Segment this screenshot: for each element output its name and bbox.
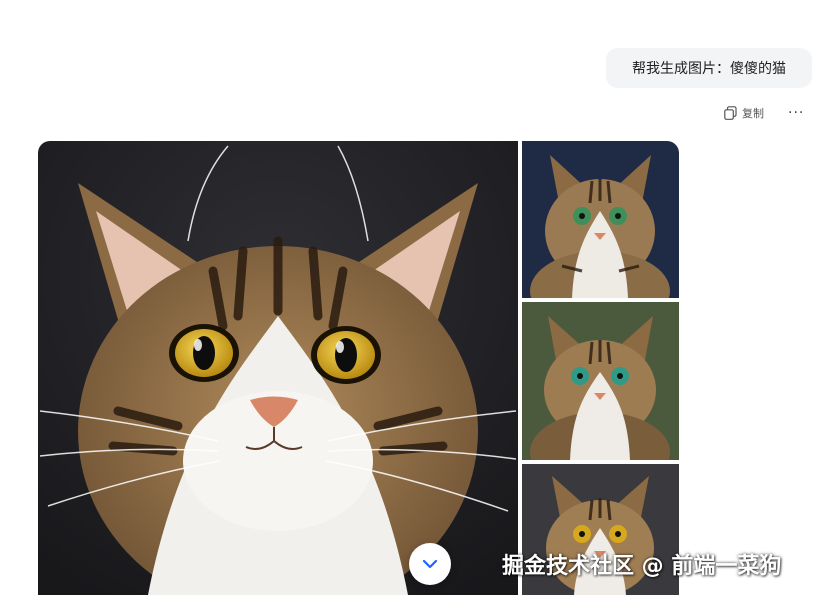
message-actions: 复制 ··· xyxy=(724,104,804,122)
watermark: 掘金技术社区 @ 前端一菜狗 xyxy=(502,554,782,579)
user-message-bubble: 帮我生成图片：傻傻的猫 xyxy=(606,48,812,88)
cat-image xyxy=(522,302,679,460)
cat-image xyxy=(522,141,679,298)
generated-image-gallery xyxy=(38,141,679,595)
chevron-down-icon xyxy=(422,559,438,569)
copy-icon xyxy=(724,106,737,120)
copy-button[interactable]: 复制 xyxy=(724,105,764,121)
generated-image-thumbnail[interactable] xyxy=(522,302,679,460)
scroll-down-button[interactable] xyxy=(409,543,451,585)
cat-image xyxy=(38,141,518,595)
user-message-text: 帮我生成图片：傻傻的猫 xyxy=(632,61,786,77)
generated-image-thumbnail[interactable] xyxy=(522,141,679,298)
generated-image-main[interactable] xyxy=(38,141,518,595)
copy-label: 复制 xyxy=(742,107,764,120)
more-options-button[interactable]: ··· xyxy=(788,104,804,122)
